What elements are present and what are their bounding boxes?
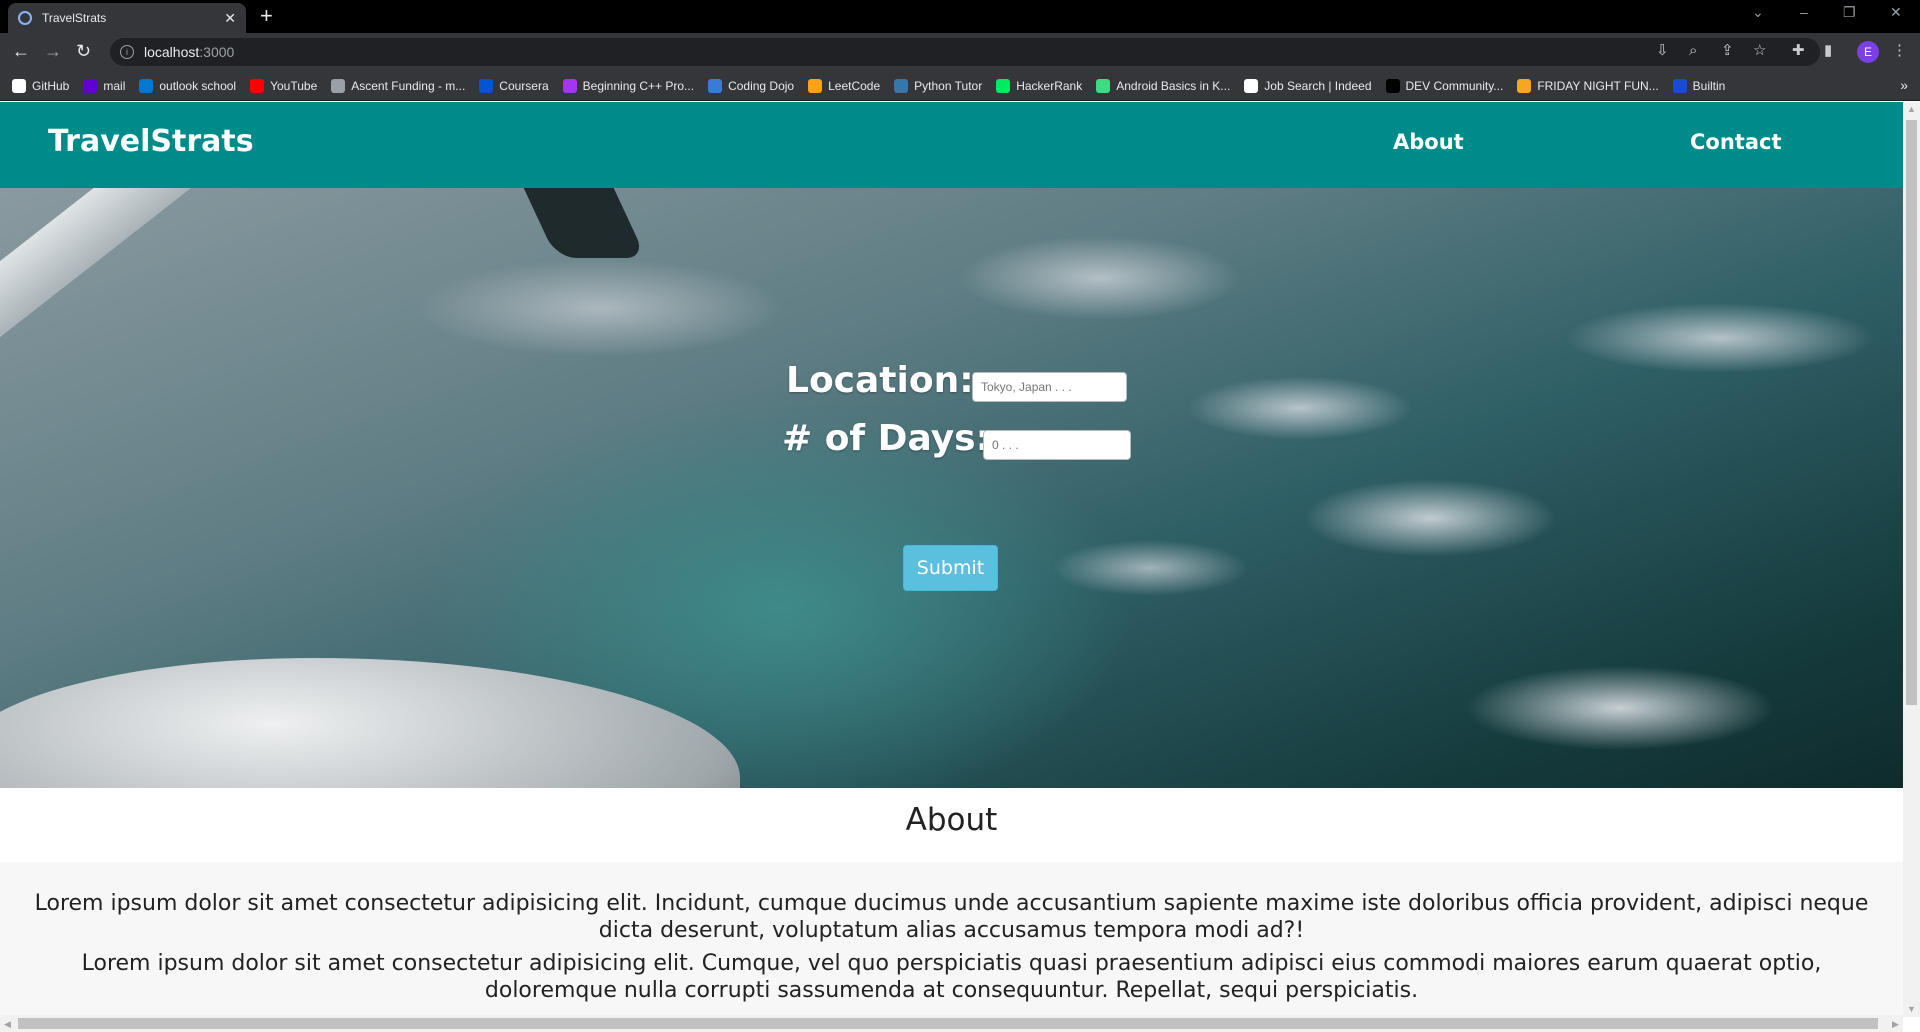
bookmark-item[interactable]: mail (83, 78, 126, 93)
bookmark-favicon-icon (139, 78, 154, 93)
new-tab-icon[interactable]: + (260, 4, 273, 28)
address-bar[interactable]: i localhost:3000 (110, 38, 1820, 66)
bookmark-item[interactable]: Android Basics in K... (1096, 78, 1231, 93)
bookmark-favicon-icon (331, 78, 346, 93)
back-icon[interactable]: ← (12, 41, 30, 61)
bookmark-label: Coding Dojo (728, 78, 795, 93)
bookmark-item[interactable]: Python Tutor (894, 78, 983, 93)
bookmark-label: mail (103, 78, 126, 93)
about-heading: About (905, 802, 998, 838)
bookmark-label: Job Search | Indeed (1264, 78, 1372, 93)
more-bookmarks-icon[interactable]: » (1900, 77, 1908, 93)
bookmark-favicon-icon (708, 78, 723, 93)
trip-form: Location: # of Days: Submit (0, 188, 1903, 788)
bookmark-favicon-icon (894, 78, 909, 93)
close-window-icon[interactable]: ✕ (1890, 4, 1902, 21)
bookmark-label: outlook school (159, 78, 237, 93)
bookmark-item[interactable]: HackerRank (996, 78, 1083, 93)
tab-travelstrats[interactable]: TravelStrats ✕ (8, 3, 246, 33)
nav-link-about[interactable]: About (1393, 130, 1464, 154)
bookmark-label: HackerRank (1016, 78, 1083, 93)
submit-button[interactable]: Submit (903, 545, 998, 591)
bookmark-favicon-icon (1517, 78, 1532, 93)
bookmark-favicon-icon (1096, 78, 1111, 93)
bookmark-label: GitHub (32, 78, 70, 93)
bookmark-favicon-icon (808, 78, 823, 93)
bookmark-favicon-icon (1385, 78, 1400, 93)
minimize-icon[interactable]: – (1800, 4, 1808, 20)
bookmark-label: LeetCode (828, 78, 881, 93)
share-icon[interactable]: ⇪ (1721, 42, 1734, 60)
about-paragraph: Lorem ipsum dolor sit amet consectetur a… (81, 951, 1822, 1003)
reload-icon[interactable]: ↻ (76, 41, 91, 61)
forward-icon[interactable]: → (44, 41, 62, 61)
site-info-icon[interactable]: i (120, 45, 134, 59)
side-panel-icon[interactable]: ▮ (1824, 42, 1832, 60)
bookmark-favicon-icon (1244, 78, 1259, 93)
horizontal-scroll-thumb[interactable] (18, 1018, 1878, 1029)
bookmark-label: FRIDAY NIGHT FUN... (1537, 78, 1659, 93)
page-viewport: TravelStrats About Contact Location: # o… (0, 102, 1903, 1017)
bookmark-favicon-icon (83, 78, 98, 93)
bookmark-label: Ascent Funding - m... (351, 78, 466, 93)
bookmark-item[interactable]: outlook school (139, 78, 237, 93)
tab-title: TravelStrats (42, 11, 107, 25)
tab-search-chevron-icon[interactable]: ⌄ (1752, 4, 1764, 21)
bookmark-label: Python Tutor (914, 78, 983, 93)
location-input[interactable] (972, 372, 1127, 402)
url-port: :3000 (199, 44, 235, 60)
bookmark-label: Android Basics in K... (1116, 78, 1231, 93)
bookmark-label: Beginning C++ Pro... (582, 78, 695, 93)
browser-toolbar: ← → ↻ i localhost:3000 ⇩ ⌕ ⇪ ☆ ✚ ▮ ⋮ (0, 33, 1920, 71)
about-section: Lorem ipsum dolor sit amet consectetur a… (0, 862, 1903, 1017)
url-host: localhost (144, 44, 200, 60)
bookmark-label: DEV Community... (1405, 78, 1504, 93)
close-tab-icon[interactable]: ✕ (224, 10, 236, 27)
vertical-scroll-thumb[interactable] (1906, 120, 1917, 705)
scroll-down-arrow-icon[interactable]: ▼ (1907, 1004, 1916, 1014)
days-input[interactable] (983, 430, 1131, 460)
zoom-icon[interactable]: ⌕ (1689, 42, 1697, 60)
bookmark-item[interactable]: YouTube (250, 78, 318, 93)
bookmarks-bar: GitHub mail outlook school YouTube Ascent Fu… (0, 71, 1920, 101)
hero-background: Location: # of Days: Submit (0, 188, 1903, 788)
bookmark-item[interactable]: Coding Dojo (708, 78, 795, 93)
tab-strip: TravelStrats ✕ + ⌄ – ❐ ✕ (0, 0, 1920, 33)
bookmark-favicon-icon (562, 78, 577, 93)
bookmark-item[interactable]: Builtin (1672, 78, 1726, 93)
bookmark-item[interactable]: Job Search | Indeed (1244, 78, 1372, 93)
about-paragraph: Lorem ipsum dolor sit amet consectetur a… (34, 891, 1869, 943)
bookmark-item[interactable]: GitHub (12, 78, 70, 93)
bookmark-favicon-icon (1672, 78, 1687, 93)
bookmark-item[interactable]: Beginning C++ Pro... (562, 78, 695, 93)
scroll-up-arrow-icon[interactable]: ▲ (1907, 104, 1916, 114)
bookmark-item[interactable]: FRIDAY NIGHT FUN... (1517, 78, 1659, 93)
bookmark-favicon-icon (479, 78, 494, 93)
install-app-icon[interactable]: ⇩ (1656, 42, 1669, 60)
bookmark-item[interactable]: Coursera (479, 78, 549, 93)
nav-link-contact[interactable]: Contact (1690, 130, 1782, 154)
bookmark-label: YouTube (270, 78, 318, 93)
bookmark-favicon-icon (250, 78, 265, 93)
bookmark-item[interactable]: LeetCode (808, 78, 881, 93)
bookmark-item[interactable]: DEV Community... (1385, 78, 1504, 93)
bookmark-label: Coursera (499, 78, 549, 93)
site-navbar: TravelStrats About Contact (0, 102, 1903, 188)
restore-icon[interactable]: ❐ (1843, 4, 1856, 21)
menu-icon[interactable]: ⋮ (1892, 42, 1907, 60)
bookmark-star-icon[interactable]: ☆ (1753, 42, 1766, 60)
bookmark-favicon-icon (996, 78, 1011, 93)
days-label: # of Days: (782, 418, 990, 459)
bookmark-favicon-icon (12, 78, 26, 93)
extensions-icon[interactable]: ✚ (1792, 42, 1805, 60)
scroll-right-arrow-icon[interactable]: ▶ (1892, 1019, 1899, 1030)
brand-logo[interactable]: TravelStrats (48, 124, 254, 159)
react-favicon-icon (18, 11, 32, 25)
scroll-left-arrow-icon[interactable]: ◀ (4, 1019, 11, 1030)
bookmark-item[interactable]: Ascent Funding - m... (331, 78, 466, 93)
profile-avatar[interactable]: E (1857, 41, 1879, 63)
location-label: Location: (786, 360, 974, 401)
bookmark-label: Builtin (1692, 78, 1726, 93)
